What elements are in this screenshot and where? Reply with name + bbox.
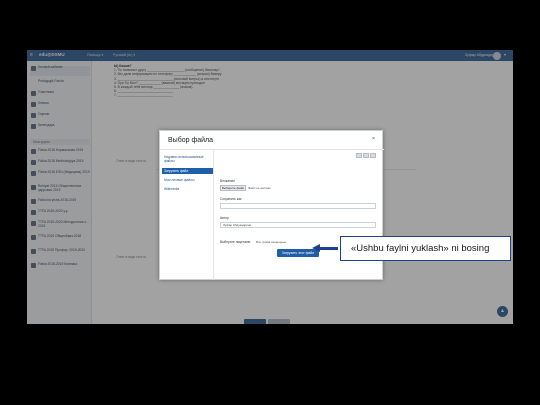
no-file-text: Файл не выбран [248,186,271,190]
callout-arrow-shaft [319,247,338,250]
author-input[interactable]: Зуфар Абдукадиров [220,222,376,228]
close-icon[interactable]: × [372,136,375,142]
tree-view-icon[interactable] [370,153,376,158]
attachment-label: Вложение [220,179,235,183]
list-view-icon[interactable] [363,153,369,158]
repo-upload-file[interactable]: Загрузить файл [162,168,213,174]
dialog-title: Выбор файла [168,137,213,144]
browser-screen: ≡ edu@DSMU Помощь ▾ Русский (ru) ▾ Зуфар… [27,50,513,324]
instruction-callout: «Ushbu faylni yuklash» ni bosing [340,236,511,261]
license-select[interactable]: Все права защищены [256,240,286,244]
choose-file-button[interactable]: Выберите файл [220,185,246,191]
save-as-input[interactable] [220,203,376,209]
repo-wikimedia[interactable]: Wikimedia [162,186,213,192]
callout-text: «Ushbu faylni yuklash» ni bosing [351,243,490,254]
repo-private-files[interactable]: Мои личные файлы [162,177,213,183]
license-label: Выберите лицензию [220,240,251,244]
repo-recent-files[interactable]: Недавно использованные файлы [162,154,213,164]
icons-view-icon[interactable] [356,153,362,158]
slide-frame: ≡ edu@DSMU Помощь ▾ Русский (ru) ▾ Зуфар… [0,0,540,405]
repository-list: Недавно использованные файлы Загрузить ф… [160,150,214,280]
author-label: Автор [220,216,229,220]
save-as-label: Сохранить как [220,197,242,201]
